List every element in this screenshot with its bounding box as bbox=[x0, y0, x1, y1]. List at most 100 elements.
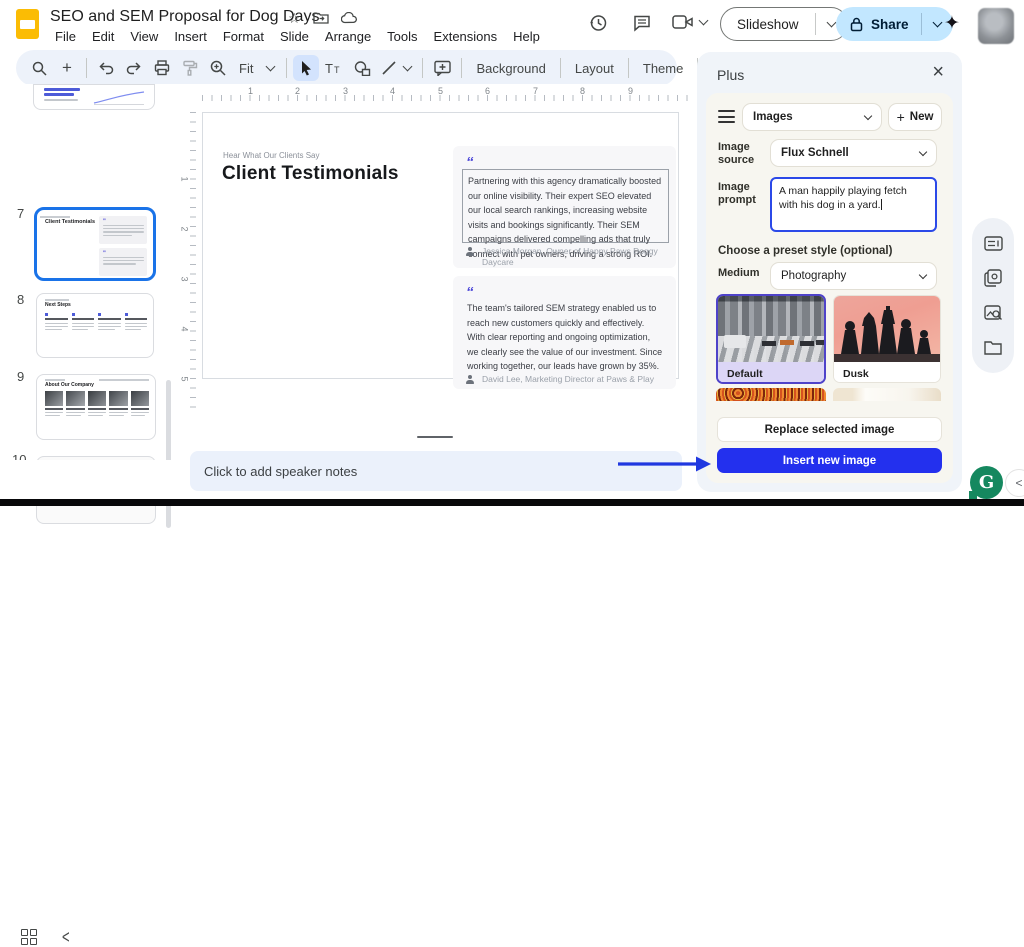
style-card-default[interactable]: Default bbox=[716, 294, 826, 384]
replace-selected-image-button[interactable]: Replace selected image bbox=[717, 417, 942, 442]
ruler-number: 9 bbox=[628, 86, 633, 96]
search-menus-icon[interactable] bbox=[26, 55, 52, 81]
menu-extensions[interactable]: Extensions bbox=[427, 27, 505, 46]
insert-comment-icon[interactable] bbox=[429, 55, 455, 81]
move-folder-icon[interactable] bbox=[313, 11, 329, 27]
slide-number-7: 7 bbox=[17, 206, 24, 221]
style-card-dusk[interactable]: Dusk bbox=[833, 295, 941, 383]
menu-bar: File Edit View Insert Format Slide Arran… bbox=[48, 27, 547, 46]
slide-page[interactable]: Hear What Our Clients Say Client Testimo… bbox=[202, 112, 679, 379]
menu-help[interactable]: Help bbox=[506, 27, 547, 46]
slideshow-button[interactable]: Slideshow bbox=[720, 7, 848, 41]
default-style-image bbox=[718, 296, 824, 362]
menu-edit[interactable]: Edit bbox=[85, 27, 121, 46]
account-avatar[interactable] bbox=[978, 8, 1014, 44]
close-panel-icon[interactable]: × bbox=[932, 62, 944, 82]
menu-view[interactable]: View bbox=[123, 27, 165, 46]
menu-format[interactable]: Format bbox=[216, 27, 271, 46]
menu-slide[interactable]: Slide bbox=[273, 27, 316, 46]
style-card-partial-1[interactable] bbox=[716, 388, 826, 401]
medium-select[interactable]: Photography bbox=[770, 262, 937, 290]
image-search-icon[interactable] bbox=[984, 305, 1003, 322]
cloud-saved-icon[interactable] bbox=[341, 11, 358, 27]
insert-shape-icon[interactable] bbox=[349, 55, 375, 81]
chess-silhouette bbox=[834, 296, 941, 362]
ruler-number: 6 bbox=[485, 86, 490, 96]
folder-icon[interactable] bbox=[984, 340, 1002, 355]
window-edge bbox=[0, 499, 1024, 506]
grammarly-icon[interactable]: G bbox=[970, 466, 1003, 499]
star-icon[interactable]: ☆ bbox=[288, 10, 301, 27]
collapse-filmstrip-icon[interactable]: < bbox=[62, 926, 70, 947]
ruler-number: 4 bbox=[180, 326, 190, 331]
menu-file[interactable]: File bbox=[48, 27, 83, 46]
ruler-number: 3 bbox=[180, 276, 190, 281]
undo-icon[interactable] bbox=[93, 55, 119, 81]
style-card-partial-2[interactable] bbox=[833, 388, 941, 401]
lock-icon bbox=[836, 17, 863, 32]
side-rail bbox=[972, 218, 1014, 373]
chevron-down-icon bbox=[864, 111, 872, 119]
dusk-style-image bbox=[834, 296, 940, 362]
new-slide-plus-icon[interactable]: + bbox=[54, 55, 80, 81]
image-prompt-label: Image prompt bbox=[718, 181, 762, 207]
image-source-select[interactable]: Flux Schnell bbox=[770, 139, 937, 167]
vertical-ruler bbox=[190, 112, 196, 412]
background-button[interactable]: Background bbox=[468, 61, 553, 76]
testimonial-text-2[interactable]: The team's tailored SEM strategy enabled… bbox=[462, 297, 669, 371]
layout-button[interactable]: Layout bbox=[567, 61, 622, 76]
notes-resize-handle[interactable] bbox=[417, 436, 453, 438]
testimonial-text-1[interactable]: Partnering with this agency dramatically… bbox=[462, 169, 669, 243]
document-title[interactable]: SEO and SEM Proposal for Dog Days bbox=[50, 8, 319, 26]
slide-thumbnail-9[interactable]: About Our Company bbox=[36, 374, 156, 440]
hamburger-menu-icon[interactable] bbox=[718, 110, 735, 123]
preset-style-heading: Choose a preset style (optional) bbox=[718, 245, 892, 258]
style-label: Default bbox=[718, 362, 824, 384]
insert-new-image-button[interactable]: Insert new image bbox=[717, 448, 942, 473]
collapse-rail-icon[interactable]: < bbox=[1005, 469, 1024, 497]
person-icon bbox=[465, 375, 474, 384]
slide-filmstrip: 7 Client Testimonials " " 8 Next Steps 9 bbox=[0, 84, 185, 460]
paint-format-icon[interactable] bbox=[177, 55, 203, 81]
slide-title[interactable]: Client Testimonials bbox=[222, 163, 399, 185]
version-history-icon[interactable] bbox=[588, 13, 608, 38]
meet-camera-button[interactable] bbox=[672, 13, 707, 31]
image-stack-icon[interactable] bbox=[984, 269, 1002, 287]
share-button[interactable]: Share bbox=[836, 7, 953, 41]
mini-line-chart bbox=[90, 87, 148, 107]
menu-insert[interactable]: Insert bbox=[167, 27, 214, 46]
insert-line-icon[interactable] bbox=[377, 61, 416, 75]
image-prompt-input[interactable]: A man happily playing fetch with his dog… bbox=[770, 177, 937, 232]
menu-tools[interactable]: Tools bbox=[380, 27, 424, 46]
new-button[interactable]: + New bbox=[888, 103, 942, 131]
testimonial-card-2[interactable]: “ The team's tailored SEM strategy enabl… bbox=[453, 276, 676, 389]
slide-eyebrow[interactable]: Hear What Our Clients Say bbox=[223, 151, 319, 160]
grid-view-icon[interactable] bbox=[21, 929, 37, 945]
slide-thumbnail-6-partial[interactable] bbox=[33, 84, 155, 110]
zoom-fit-select[interactable]: Fit bbox=[233, 61, 280, 76]
print-icon[interactable] bbox=[149, 55, 175, 81]
google-slides-logo[interactable] bbox=[16, 9, 39, 39]
ruler-number: 3 bbox=[343, 86, 348, 96]
zoom-icon[interactable] bbox=[205, 55, 231, 81]
person-icon bbox=[465, 247, 474, 256]
plus-addon-content: Images + New Image source Flux Schnell I… bbox=[706, 93, 953, 483]
gemini-sparkle-icon[interactable]: ✦ bbox=[944, 12, 960, 35]
speaker-notes-placeholder: Click to add speaker notes bbox=[204, 464, 357, 479]
slide-thumbnail-8[interactable]: Next Steps bbox=[36, 293, 154, 358]
ruler-number: 2 bbox=[295, 86, 300, 96]
text-box-icon[interactable]: TT bbox=[321, 55, 347, 81]
collection-select[interactable]: Images bbox=[742, 103, 882, 131]
chevron-down-icon bbox=[919, 147, 927, 155]
theme-button[interactable]: Theme bbox=[635, 61, 691, 76]
slides-card-icon[interactable] bbox=[984, 236, 1003, 251]
camera-caret-icon[interactable] bbox=[699, 16, 709, 26]
style-label: Dusk bbox=[834, 362, 940, 383]
speaker-notes[interactable]: Click to add speaker notes bbox=[190, 451, 682, 491]
menu-arrange[interactable]: Arrange bbox=[318, 27, 378, 46]
redo-icon[interactable] bbox=[121, 55, 147, 81]
select-tool-icon[interactable] bbox=[293, 55, 319, 81]
testimonial-card-1[interactable]: “ Partnering with this agency dramatical… bbox=[453, 146, 676, 268]
slide-thumbnail-7[interactable]: Client Testimonials " " bbox=[34, 207, 156, 281]
comment-icon[interactable] bbox=[632, 13, 652, 38]
